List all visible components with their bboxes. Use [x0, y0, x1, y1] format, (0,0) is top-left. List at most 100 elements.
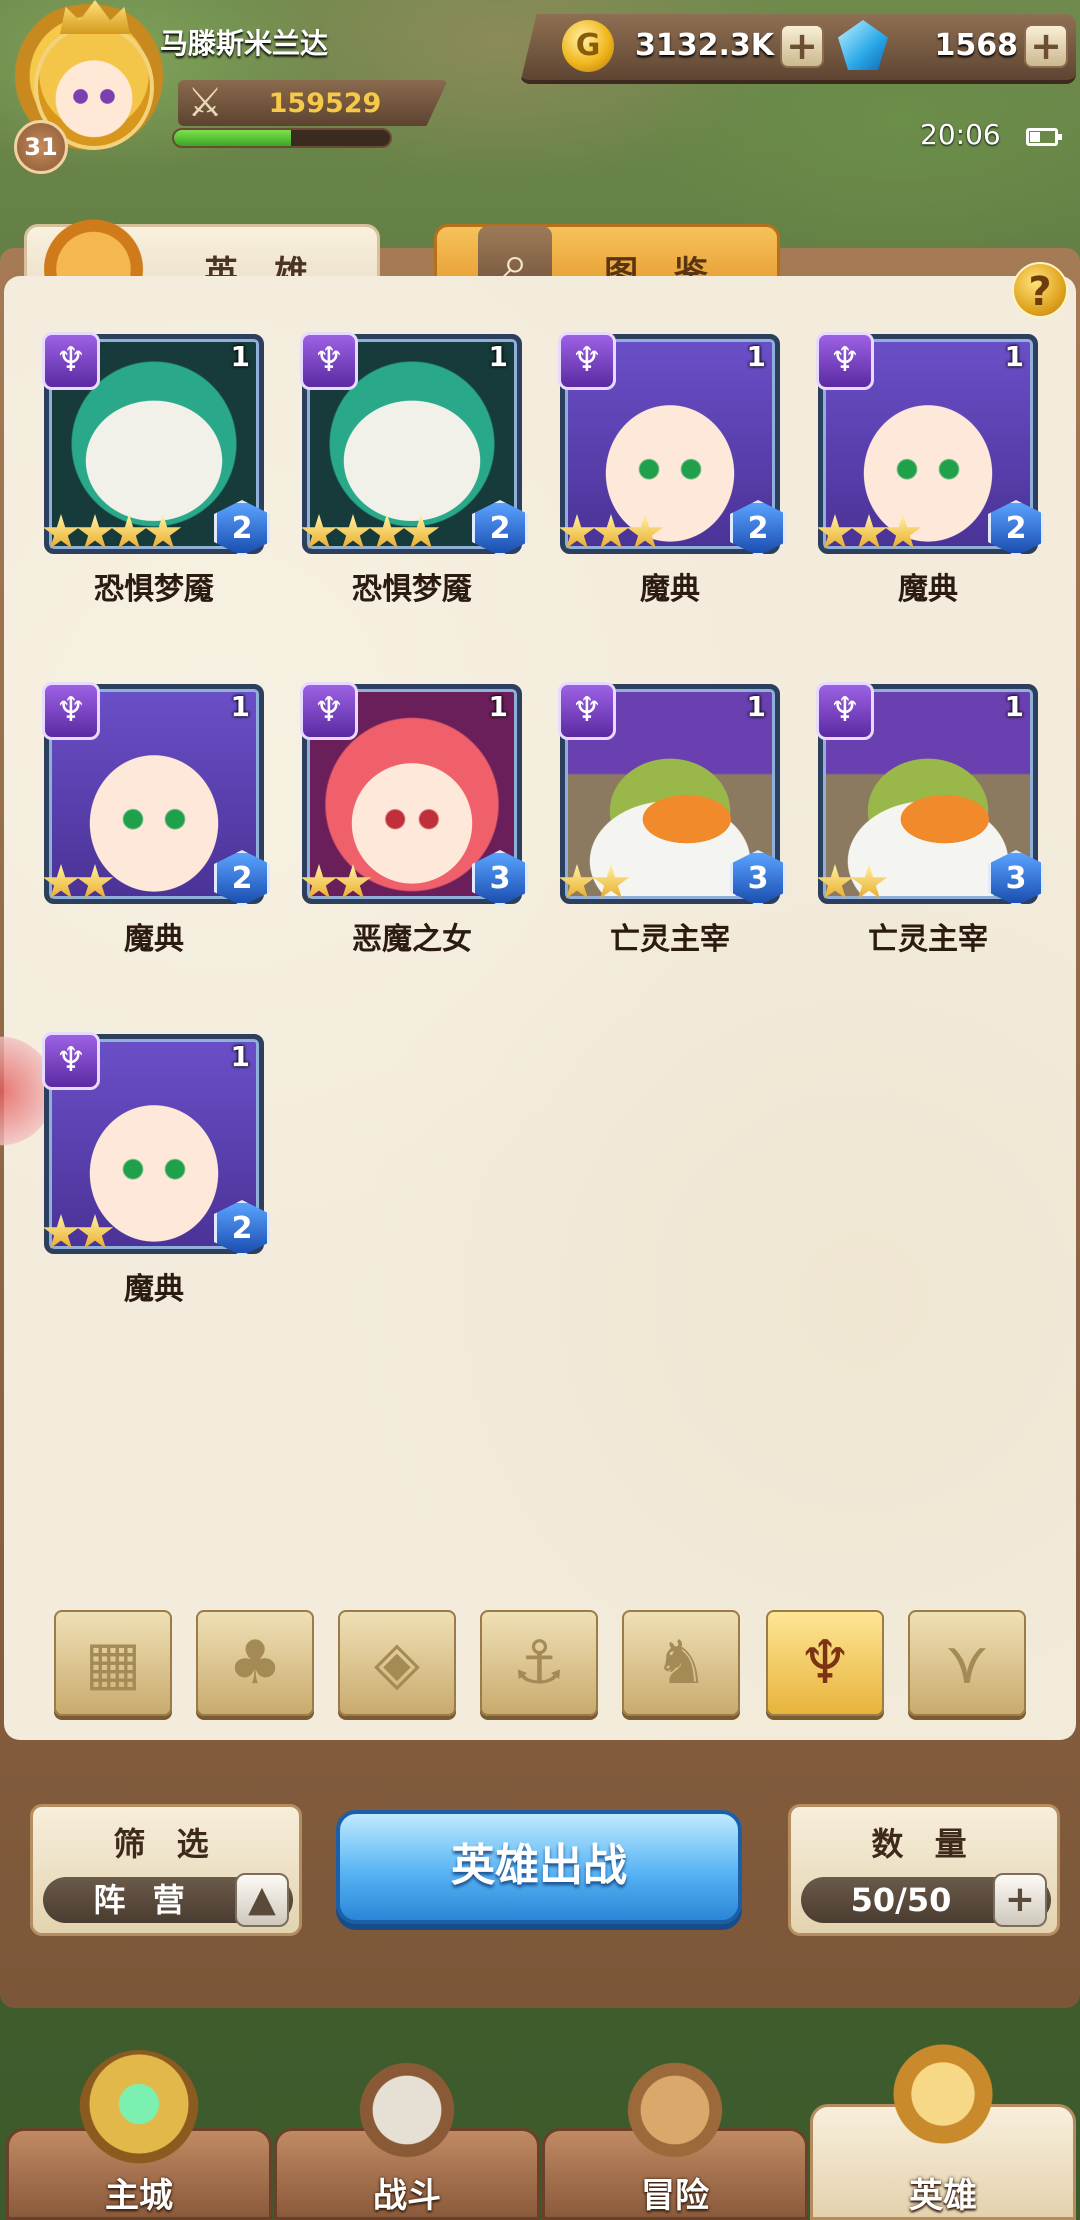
- hero-stars: [300, 514, 440, 552]
- nav-label: 战斗: [373, 2176, 441, 2216]
- filter-toggle-button[interactable]: ▲: [235, 1873, 289, 1927]
- hero-card[interactable]: ♆ 1 2 魔典: [42, 682, 270, 984]
- hero-card[interactable]: ♆ 1 3 亡灵主宰: [816, 682, 1044, 984]
- hero-level: 1: [746, 690, 766, 723]
- hero-name: 魔典: [124, 1272, 184, 1307]
- deploy-heroes-button[interactable]: 英雄出战: [336, 1810, 742, 1924]
- add-gold-button[interactable]: +: [780, 24, 824, 68]
- demon-faction-icon: ♆: [558, 332, 616, 390]
- hero-level: 1: [230, 340, 250, 373]
- hero-card[interactable]: ♆ 1 2 魔典: [558, 332, 786, 634]
- player-power: 159529: [268, 88, 382, 119]
- help-button[interactable]: ?: [1012, 262, 1068, 318]
- filter-order-button[interactable]: ◈: [338, 1610, 456, 1716]
- nav-label: 英雄: [909, 2176, 977, 2216]
- hero-card[interactable]: ♆ 1 3 亡灵主宰: [558, 682, 786, 984]
- diamond-icon: ◈: [373, 1628, 421, 1698]
- hero-stars: [558, 514, 664, 552]
- star-icon: [368, 514, 406, 549]
- player-level-badge: 31: [14, 120, 68, 174]
- star-icon: [816, 864, 854, 899]
- star-icon: [42, 514, 80, 549]
- nav-label: 主城: [105, 2176, 173, 2216]
- star-icon: [42, 864, 80, 899]
- gold-coin-icon: G: [562, 20, 614, 72]
- demon-faction-icon: ♆: [300, 682, 358, 740]
- hero-level: 1: [1004, 690, 1024, 723]
- star-icon: [300, 864, 338, 899]
- star-icon: [884, 514, 922, 549]
- hero-stars: [300, 864, 372, 902]
- hero-name: 恐惧梦魇: [94, 572, 214, 607]
- castle-icon: [79, 2050, 199, 2170]
- hero-level: 1: [1004, 340, 1024, 373]
- hero-stars: [42, 514, 182, 552]
- filter-demon-button[interactable]: ♆: [766, 1610, 884, 1716]
- star-icon: [850, 864, 888, 899]
- hero-name: 魔典: [124, 922, 184, 957]
- star-icon: [816, 514, 854, 549]
- wing-icon: ⋎: [945, 1628, 989, 1698]
- filter-beast-button[interactable]: ♞: [622, 1610, 740, 1716]
- star-icon: [76, 1214, 114, 1249]
- hero-card[interactable]: ♆ 1 2 恐惧梦魇: [42, 332, 270, 634]
- filter-wing-button[interactable]: ⋎: [908, 1610, 1026, 1716]
- star-icon: [592, 514, 630, 549]
- gem-amount: 1568: [934, 28, 1019, 63]
- player-name: 马滕斯米兰达: [160, 27, 329, 60]
- hero-level: 1: [488, 690, 508, 723]
- demon-horns-icon: ♆: [798, 1628, 852, 1698]
- hero-stars: [42, 864, 114, 902]
- hero-level: 1: [230, 1040, 250, 1073]
- hero-name: 魔典: [640, 572, 700, 607]
- clock: 20:06: [920, 118, 1001, 151]
- gold-amount: 3132.3K: [634, 28, 774, 63]
- filter-control: 筛 选 阵 营 ▲: [30, 1804, 302, 1936]
- hero-card[interactable]: ♆ 1 3 恶魔之女: [300, 682, 528, 984]
- star-icon: [592, 864, 630, 899]
- star-icon: [76, 514, 114, 549]
- hero-card[interactable]: ♆ 1 2 恐惧梦魇: [300, 332, 528, 634]
- hero-level: 1: [230, 690, 250, 723]
- hero-name: 亡灵主宰: [868, 922, 988, 957]
- demon-faction-icon: ♆: [42, 1032, 100, 1090]
- battery-icon: [1026, 128, 1062, 146]
- count-title: 数 量: [871, 1825, 977, 1863]
- hero-stars: [558, 864, 630, 902]
- count-control: 数 量 50/50 +: [788, 1804, 1060, 1936]
- filter-all-button[interactable]: ▦: [54, 1610, 172, 1716]
- demon-faction-icon: ♆: [300, 332, 358, 390]
- hero-card[interactable]: ♆ 1 2 魔典: [42, 1032, 270, 1334]
- crossed-swords-icon: ⚔: [187, 80, 223, 126]
- hero-name: 恶魔之女: [352, 922, 472, 957]
- hero-level: 1: [746, 340, 766, 373]
- demon-faction-icon: ♆: [42, 682, 100, 740]
- hero-card[interactable]: ♆ 1 2 魔典: [816, 332, 1044, 634]
- star-icon: [558, 514, 596, 549]
- filter-nature-button[interactable]: ♣: [196, 1610, 314, 1716]
- hero-level: 1: [488, 340, 508, 373]
- hero-name: 恐惧梦魇: [352, 572, 472, 607]
- expand-capacity-button[interactable]: +: [993, 1873, 1047, 1927]
- xp-bar: [172, 128, 392, 148]
- leaf-icon: ♣: [228, 1628, 282, 1698]
- map-scroll-icon: [615, 2050, 735, 2170]
- beast-icon: ♞: [654, 1628, 708, 1698]
- hero-name: 亡灵主宰: [610, 922, 730, 957]
- demon-faction-icon: ♆: [816, 332, 874, 390]
- demon-faction-icon: ♆: [558, 682, 616, 740]
- add-gems-button[interactable]: +: [1024, 24, 1068, 68]
- demon-faction-icon: ♆: [42, 332, 100, 390]
- filter-sea-button[interactable]: ⚓: [480, 1610, 598, 1716]
- star-icon: [144, 514, 182, 549]
- hero-stars: [816, 514, 922, 552]
- star-icon: [300, 514, 338, 549]
- star-icon: [334, 514, 372, 549]
- star-icon: [334, 864, 372, 899]
- demon-faction-icon: ♆: [816, 682, 874, 740]
- hero-helmet-icon: [883, 2040, 1003, 2160]
- hero-stars: [42, 1214, 114, 1252]
- star-icon: [850, 514, 888, 549]
- xp-bar-fill: [174, 130, 291, 146]
- hero-name: 魔典: [898, 572, 958, 607]
